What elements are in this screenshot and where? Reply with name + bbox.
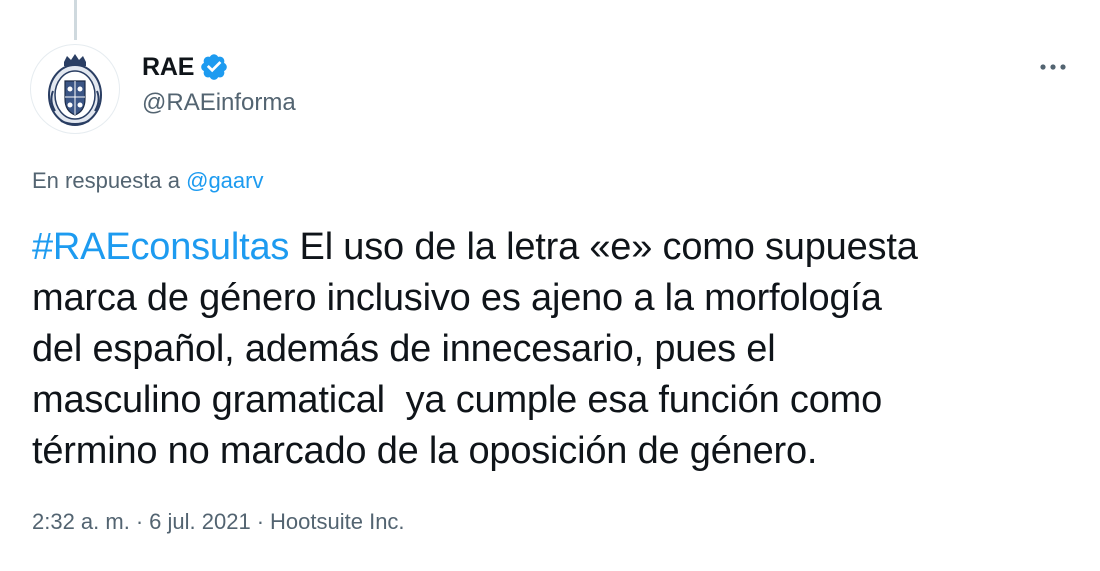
royal-academy-crest-icon (48, 54, 102, 126)
tweet-line-1: #RAEconsultas El uso de la letra «e» com… (32, 222, 1072, 273)
reply-mention-link[interactable]: @gaarv (186, 168, 263, 193)
thread-connector-line (74, 0, 77, 40)
tweet-date-link[interactable]: 6 jul. 2021 (149, 509, 251, 535)
avatar[interactable] (30, 44, 120, 134)
author-name-row[interactable]: RAE (142, 50, 229, 84)
meta-separator: · (135, 509, 144, 534)
reply-context: En respuesta a @gaarv (32, 168, 263, 194)
tweet-line-1-text: El uso de la letra «e» como supuesta (289, 226, 918, 268)
tweet-metadata: 2:32 a. m. · 6 jul. 2021 · Hootsuite Inc… (32, 509, 405, 535)
tweet-time-link[interactable]: 2:32 a. m. (32, 509, 130, 535)
tweet-line-4: masculino gramatical ya cumple esa funci… (32, 379, 883, 421)
tweet-source: Hootsuite Inc. (270, 509, 405, 534)
tweet-text: #RAEconsultas El uso de la letra «e» com… (32, 222, 1072, 477)
reply-prefix: En respuesta a (32, 168, 187, 193)
verified-badge-icon (201, 54, 227, 80)
tweet-line-2: marca de género inclusivo es ajeno a la … (32, 277, 882, 319)
tweet-line-5: término no marcado de la oposición de gé… (32, 430, 818, 472)
author-display-name[interactable]: RAE (142, 53, 194, 82)
more-options-icon (1040, 64, 1066, 70)
tweet-line-3: del español, además de innecesario, pues… (32, 328, 776, 370)
hashtag-link[interactable]: #RAEconsultas (32, 226, 289, 268)
meta-separator: · (256, 509, 265, 534)
more-options-button[interactable] (1030, 52, 1076, 82)
author-handle[interactable]: @RAEinforma (142, 89, 296, 117)
